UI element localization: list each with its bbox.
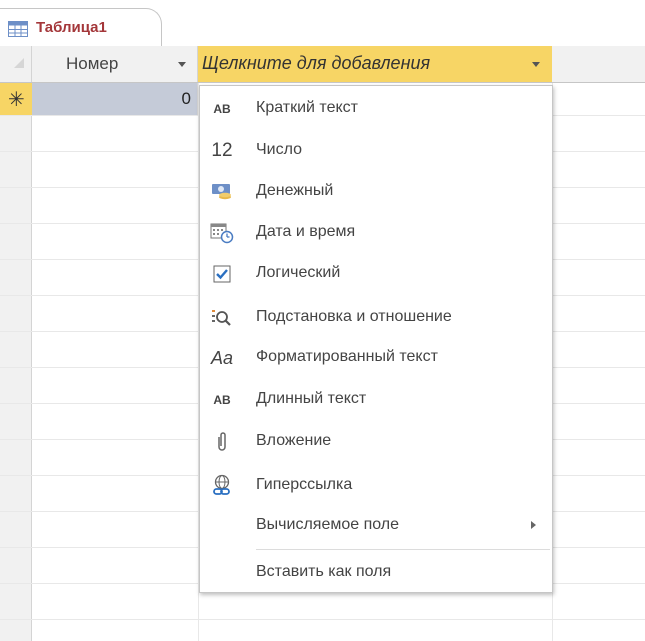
tab-table1[interactable]: Таблица1 bbox=[0, 8, 162, 46]
column-header-row: Номер Щелкните для добавления bbox=[0, 46, 645, 83]
cell-value: 0 bbox=[181, 89, 191, 108]
date-time-icon bbox=[208, 221, 236, 245]
chevron-down-icon[interactable] bbox=[178, 62, 186, 67]
menu-item-paste-as-fields[interactable]: Вставить как поля bbox=[200, 553, 552, 593]
chevron-right-icon bbox=[531, 521, 536, 529]
corner-triangle-icon bbox=[14, 58, 24, 68]
menu-separator bbox=[256, 549, 550, 550]
tab-label: Таблица1 bbox=[36, 19, 107, 36]
menu-item-label: Вставить как поля bbox=[256, 563, 392, 580]
menu-item-label: Форматированный текст bbox=[256, 348, 438, 365]
menu-item-hyperlink[interactable]: Гиперссылка bbox=[200, 466, 552, 506]
menu-item-long-text[interactable]: AB Длинный текст bbox=[200, 380, 552, 420]
select-all-corner[interactable] bbox=[0, 46, 32, 82]
chevron-down-icon[interactable] bbox=[532, 62, 540, 67]
number-icon: 12 bbox=[211, 140, 233, 161]
lookup-icon bbox=[208, 306, 236, 330]
menu-item-label: Денежный bbox=[256, 182, 334, 199]
menu-item-calculated-field[interactable]: Вычисляемое поле bbox=[200, 506, 552, 546]
menu-item-lookup[interactable]: Подстановка и отношение bbox=[200, 298, 552, 338]
menu-item-number[interactable]: 12 Число bbox=[200, 131, 552, 171]
currency-icon bbox=[208, 180, 236, 204]
menu-item-date-time[interactable]: Дата и время bbox=[200, 213, 552, 253]
long-text-icon: AB bbox=[213, 393, 231, 407]
column-header-label: Номер bbox=[66, 54, 119, 73]
rich-text-icon: Aa bbox=[210, 347, 234, 368]
checkbox-icon bbox=[208, 262, 236, 286]
menu-item-label: Краткий текст bbox=[256, 99, 358, 116]
attachment-icon bbox=[208, 430, 236, 454]
tab-strip: Таблица1 bbox=[0, 0, 645, 47]
menu-item-label: Подстановка и отношение bbox=[256, 308, 452, 325]
row-selector-column bbox=[0, 83, 32, 641]
new-record-icon: ✳ bbox=[8, 87, 25, 111]
menu-item-label: Вычисляемое поле bbox=[256, 516, 400, 533]
column-header-add-label: Щелкните для добавления bbox=[202, 53, 431, 73]
column-header-add-field[interactable]: Щелкните для добавления bbox=[198, 46, 552, 82]
table-cell-nomer[interactable]: 0 bbox=[32, 83, 198, 115]
menu-item-label: Вложение bbox=[256, 432, 332, 449]
menu-item-attachment[interactable]: Вложение bbox=[200, 422, 552, 462]
column-header-nomer[interactable]: Номер bbox=[32, 46, 198, 82]
menu-item-label: Гиперссылка bbox=[256, 476, 353, 493]
menu-item-label: Логический bbox=[256, 264, 341, 281]
field-type-menu: AB Краткий текст 12 Число Денежный Дата … bbox=[199, 85, 553, 593]
menu-item-currency[interactable]: Денежный bbox=[200, 172, 552, 212]
menu-item-label: Длинный текст bbox=[256, 390, 367, 407]
menu-item-rich-text[interactable]: Aa Форматированный текст bbox=[200, 338, 552, 378]
table-icon bbox=[8, 21, 28, 37]
menu-item-short-text[interactable]: AB Краткий текст bbox=[200, 89, 552, 129]
short-text-icon: AB bbox=[213, 102, 231, 116]
menu-item-label: Дата и время bbox=[256, 223, 356, 240]
hyperlink-icon bbox=[208, 474, 236, 498]
new-record-selector[interactable]: ✳ bbox=[0, 83, 32, 115]
menu-item-label: Число bbox=[256, 141, 303, 158]
menu-item-logical[interactable]: Логический bbox=[200, 254, 552, 294]
